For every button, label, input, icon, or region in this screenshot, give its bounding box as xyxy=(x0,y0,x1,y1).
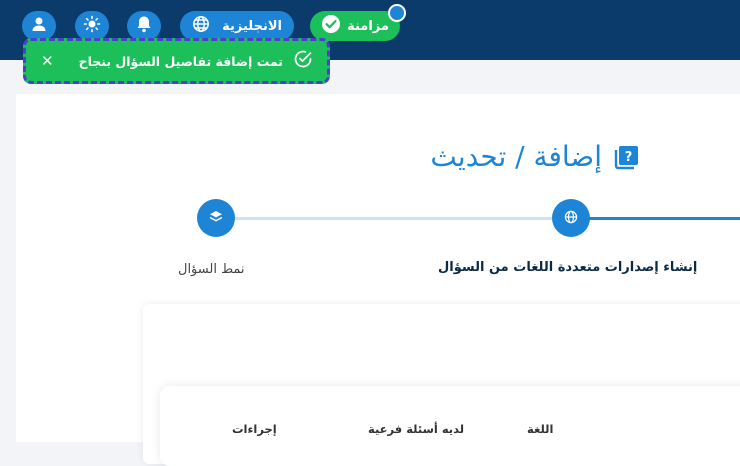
table-header-has-subquestions: لديه أسئلة فرعية xyxy=(368,422,465,436)
language-label: الانجليزية xyxy=(222,18,282,34)
notifications-button[interactable] xyxy=(127,11,161,41)
stepper-line-pending xyxy=(215,217,570,220)
user-icon xyxy=(30,15,48,37)
check-circle-outline-icon xyxy=(293,49,313,73)
step-multilingual-versions[interactable] xyxy=(552,199,590,237)
bell-icon xyxy=(136,15,152,37)
step-label-question-type: نمط السؤال xyxy=(178,262,245,277)
step-question-type[interactable] xyxy=(197,199,235,237)
success-toast: تمت إضافة تفاصيل السؤال بنجاح ✕ xyxy=(23,38,330,84)
sync-status-dot xyxy=(388,4,406,22)
globe-icon xyxy=(564,209,578,228)
page-title-text: إضافة / تحديث xyxy=(430,140,602,173)
globe-icon xyxy=(192,15,210,37)
close-icon[interactable]: ✕ xyxy=(41,54,54,69)
check-circle-icon xyxy=(321,14,341,38)
stepper-line-complete xyxy=(570,217,740,220)
sync-label: مزامنة xyxy=(347,18,389,34)
question-book-icon: ? xyxy=(614,144,640,170)
user-profile-button[interactable] xyxy=(22,11,56,41)
table-header-actions: إجراءات xyxy=(232,422,277,436)
language-switch-button[interactable]: الانجليزية xyxy=(180,11,294,41)
sync-button[interactable]: مزامنة xyxy=(310,11,400,41)
step-label-multilingual: إنشاء إصدارات متعددة اللغات من السؤال xyxy=(438,260,698,275)
toast-message: تمت إضافة تفاصيل السؤال بنجاح xyxy=(78,53,283,69)
theme-toggle-button[interactable] xyxy=(75,11,109,41)
table-header-language: اللغة xyxy=(527,422,554,436)
sun-icon xyxy=(83,15,101,37)
page-title: ? إضافة / تحديث xyxy=(430,140,640,173)
svg-text:?: ? xyxy=(625,150,633,165)
layers-icon xyxy=(209,209,223,228)
